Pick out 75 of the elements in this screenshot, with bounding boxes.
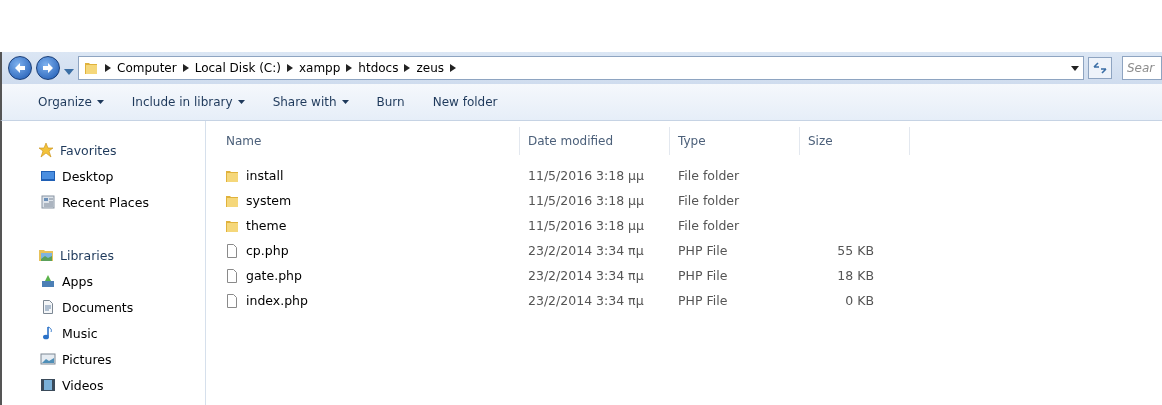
table-cell-text: File folder xyxy=(677,193,741,208)
table-cell-text: 23/2/2014 3:34 πμ xyxy=(527,243,645,258)
table-cell-text: File folder xyxy=(677,168,741,183)
caret-icon xyxy=(64,69,74,75)
caret-icon xyxy=(237,100,245,104)
file-name[interactable]: theme xyxy=(246,218,287,233)
nav-item[interactable]: Pictures xyxy=(2,346,205,372)
table-cell-text: 11/5/2016 3:18 μμ xyxy=(527,218,645,233)
file-name[interactable]: cp.php xyxy=(246,243,289,258)
file-name[interactable]: install xyxy=(246,168,284,183)
left-arrow-icon xyxy=(14,62,26,74)
nav-item[interactable]: Documents xyxy=(2,294,205,320)
back-button[interactable] xyxy=(8,56,32,80)
table-cell-text: PHP File xyxy=(677,293,729,308)
nav-group[interactable]: Libraries xyxy=(2,242,205,268)
breadcrumb[interactable]: xampp xyxy=(298,61,341,75)
table-cell-text: 55 KB xyxy=(836,243,875,258)
table-cell-text: 18 KB xyxy=(836,268,875,283)
chevron-icon xyxy=(182,64,189,72)
chevron-icon xyxy=(105,64,111,72)
chevron-icon xyxy=(286,64,293,72)
table-cell-text: PHP File xyxy=(677,268,729,283)
file-icon xyxy=(224,242,240,259)
table-cell-text: 23/2/2014 3:34 πμ xyxy=(527,268,645,283)
apps-icon xyxy=(40,273,56,289)
right-arrow-icon xyxy=(42,62,54,74)
nav-group[interactable]: Favorites xyxy=(2,137,205,163)
refresh-button[interactable] xyxy=(1088,57,1112,79)
chevron-icon xyxy=(346,64,353,72)
toolbar-button[interactable]: New folder xyxy=(430,92,500,112)
caret-icon xyxy=(96,100,104,104)
file-name[interactable]: system xyxy=(246,193,292,208)
toolbar-button[interactable]: Burn xyxy=(374,92,407,112)
nav-item[interactable]: Apps xyxy=(2,268,205,294)
search-field[interactable]: Sear xyxy=(1122,56,1162,80)
nav-item[interactable]: Music xyxy=(2,320,205,346)
recent-places-icon xyxy=(40,194,56,210)
table-cell-text: 11/5/2016 3:18 μμ xyxy=(527,168,645,183)
column-header[interactable]: Size xyxy=(800,127,910,155)
breadcrumb[interactable]: htdocs xyxy=(358,61,399,75)
toolbar-button[interactable]: Organize xyxy=(36,92,106,112)
breadcrumb[interactable]: Computer xyxy=(117,61,177,75)
breadcrumb[interactable]: zeus xyxy=(416,61,444,75)
document-icon xyxy=(40,299,56,315)
chevron-icon xyxy=(450,64,456,72)
nav-item[interactable]: Videos xyxy=(2,372,205,398)
monitor-icon xyxy=(40,168,56,184)
refresh-icon xyxy=(1093,62,1107,74)
forward-button[interactable] xyxy=(36,56,60,80)
file-icon xyxy=(224,267,240,284)
dropdown-arrow-icon[interactable] xyxy=(1071,65,1079,71)
folder-icon xyxy=(83,60,99,76)
breadcrumb[interactable]: Local Disk (C:) xyxy=(194,61,281,75)
nav-item[interactable]: Recent Places xyxy=(2,189,205,215)
toolbar-button[interactable]: Share with xyxy=(270,92,351,112)
column-header[interactable]: Name xyxy=(206,127,520,155)
table-cell-text: PHP File xyxy=(677,243,729,258)
toolbar-button[interactable]: Include in library xyxy=(129,92,247,112)
file-icon xyxy=(224,292,240,309)
star-icon xyxy=(38,142,54,158)
picture-icon xyxy=(40,351,56,367)
address-bar[interactable]: Computer Local Disk (C:) xampp htdocs zeus xyxy=(78,56,1084,80)
file-name[interactable]: index.php xyxy=(246,293,308,308)
nav-item[interactable]: Desktop xyxy=(2,163,205,189)
table-cell-text: 11/5/2016 3:18 μμ xyxy=(527,193,645,208)
table-cell-text: 23/2/2014 3:34 πμ xyxy=(527,293,645,308)
table-cell-text: File folder xyxy=(677,218,741,233)
caret-icon xyxy=(341,100,349,104)
column-header[interactable]: Date modified xyxy=(520,127,670,155)
film-icon xyxy=(40,377,56,393)
table-cell-text: 0 KB xyxy=(844,293,875,308)
library-icon xyxy=(38,247,54,263)
column-header[interactable]: Type xyxy=(670,127,800,155)
file-name[interactable]: gate.php xyxy=(246,268,302,283)
chevron-icon xyxy=(404,64,411,72)
